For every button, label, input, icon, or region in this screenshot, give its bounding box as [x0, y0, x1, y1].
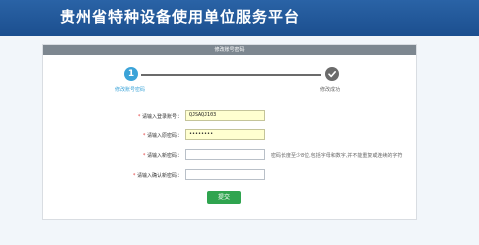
old-password-input[interactable]: ••••••••: [185, 129, 265, 140]
login-account-input[interactable]: QJSAQJ103: [185, 110, 265, 121]
login-account-label: * 请输入登录账号：: [137, 114, 182, 120]
confirm-password-label: * 请输入确认新密码：: [132, 173, 182, 179]
old-password-label: * 请输入原密码：: [142, 133, 182, 139]
change-password-panel: 修改账号密码 1 修改账号密码 修改成功 * 请输入登录账号： QJSAQJ10…: [42, 44, 417, 220]
checkmark-icon: [325, 67, 339, 81]
step-1-circle: 1: [124, 67, 138, 81]
step-progress-line: [141, 74, 321, 76]
top-banner: 贵州省特种设备使用单位服务平台: [0, 0, 479, 36]
new-password-label: * 请输入新密码：: [142, 153, 182, 159]
submit-button[interactable]: 提交: [207, 191, 241, 204]
new-password-input[interactable]: [185, 149, 265, 160]
confirm-password-input[interactable]: [185, 169, 265, 180]
app-title: 贵州省特种设备使用单位服务平台: [60, 8, 301, 26]
step-1-label: 修改账号密码: [115, 87, 146, 93]
panel-title: 修改账号密码: [43, 45, 416, 55]
step-2-label: 修改成功: [320, 87, 341, 93]
password-rule-hint: 密码长度至少8位,包括字母和数字,并不能重复或连续的字符: [271, 153, 403, 159]
